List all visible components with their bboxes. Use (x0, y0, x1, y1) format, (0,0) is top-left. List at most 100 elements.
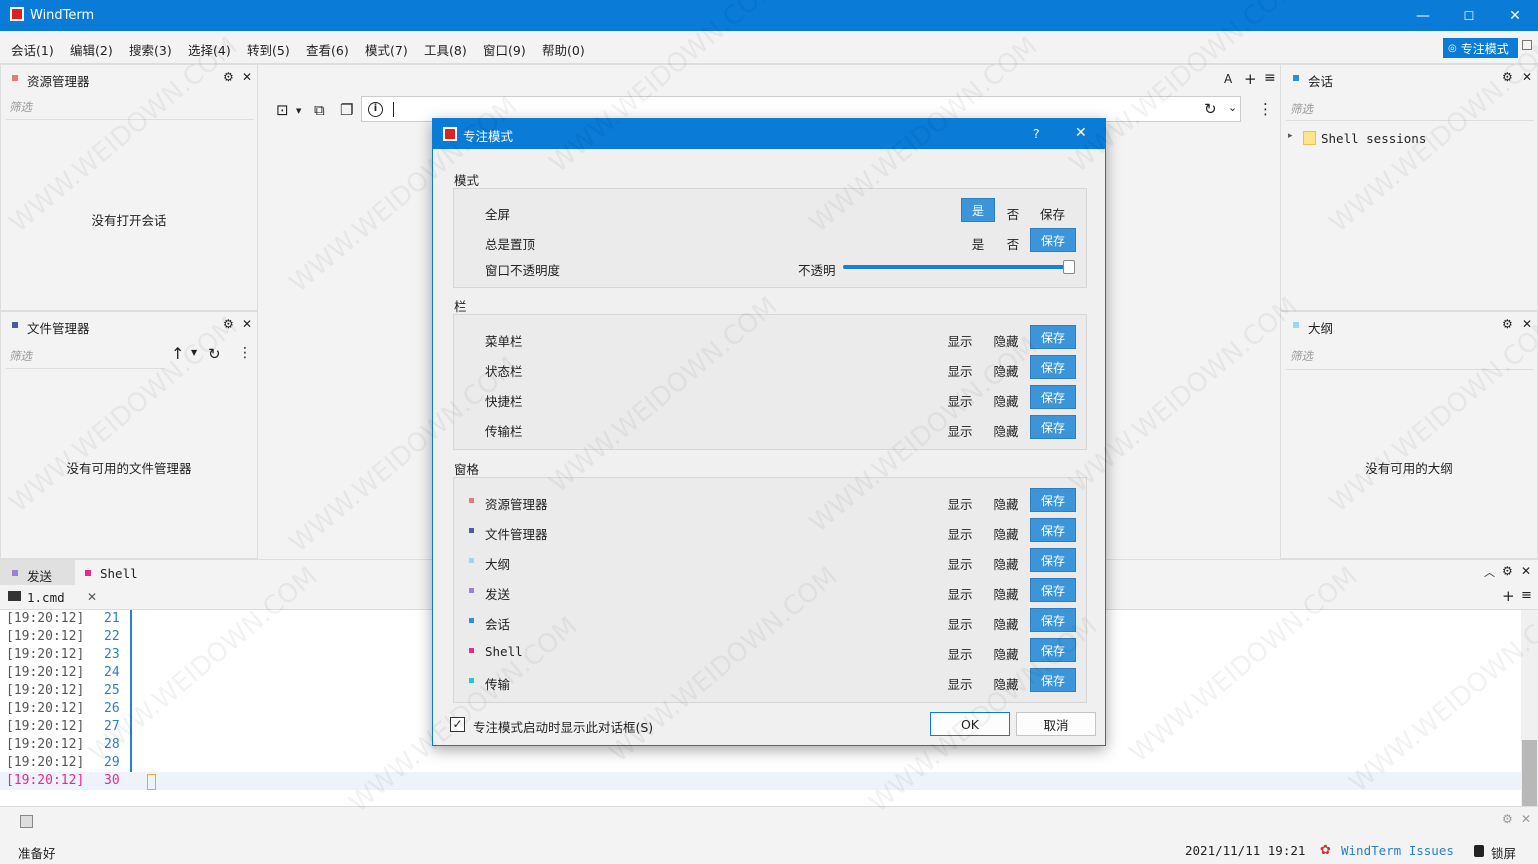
menu-session[interactable]: 会话(1) (11, 40, 54, 59)
gear-icon[interactable]: ⚙ (223, 70, 234, 84)
outline-filter[interactable]: 筛选 (1290, 348, 1313, 364)
hide-option[interactable]: 隐藏 (991, 554, 1021, 573)
new-session-icon[interactable]: ⊡ (276, 101, 289, 119)
issues-link[interactable]: WindTerm Issues (1341, 843, 1454, 858)
gear-icon[interactable]: ⚙ (1502, 564, 1513, 578)
gear-icon[interactable]: ⚙ (1502, 70, 1513, 84)
always-top-save-button[interactable]: 保存 (1030, 228, 1076, 252)
menu-view[interactable]: 查看(6) (306, 40, 349, 59)
save-option[interactable]: 保存 (1030, 488, 1076, 512)
show-option[interactable]: 显示 (945, 554, 975, 573)
session-item-shell[interactable]: Shell sessions (1321, 131, 1426, 146)
close-icon[interactable]: ✕ (1522, 317, 1532, 331)
more-icon[interactable]: ⋮ (238, 345, 252, 361)
tab-send[interactable]: 发送 (0, 560, 75, 586)
maximize-button[interactable]: ☐ (1446, 0, 1492, 31)
duplicate-icon[interactable]: ❐ (340, 101, 353, 119)
opacity-slider-thumb[interactable] (1063, 260, 1075, 274)
menu-edit[interactable]: 编辑(2) (70, 40, 113, 59)
close-icon[interactable]: ✕ (87, 590, 97, 604)
menu-goto[interactable]: 转到(5) (247, 40, 290, 59)
show-option[interactable]: 显示 (945, 361, 975, 380)
always-top-no-button[interactable]: 否 (998, 234, 1028, 253)
sessions-filter[interactable]: 筛选 (1290, 101, 1313, 117)
show-dialog-checkbox[interactable]: ✓ (450, 717, 465, 732)
save-option[interactable]: 保存 (1030, 548, 1076, 572)
hide-option[interactable]: 隐藏 (991, 391, 1021, 410)
fullscreen-save-button[interactable]: 保存 (1040, 204, 1065, 223)
chevron-down-icon[interactable]: ▼ (296, 107, 301, 115)
hide-option[interactable]: 隐藏 (991, 584, 1021, 603)
hide-option[interactable]: 隐藏 (991, 644, 1021, 663)
hide-option[interactable]: 隐藏 (991, 674, 1021, 693)
font-size-button[interactable]: A (1224, 72, 1232, 86)
gear-icon[interactable]: ⚙ (223, 317, 234, 331)
show-option[interactable]: 显示 (945, 644, 975, 663)
save-option[interactable]: 保存 (1030, 578, 1076, 602)
show-option[interactable]: 显示 (945, 391, 975, 410)
close-icon[interactable]: ✕ (242, 70, 252, 84)
explorer-filter[interactable]: 筛选 (9, 99, 32, 115)
layout-icon[interactable] (1522, 40, 1532, 50)
show-option[interactable]: 显示 (945, 674, 975, 693)
transfer-icon[interactable] (20, 815, 33, 828)
show-option[interactable]: 显示 (945, 494, 975, 513)
gear-icon[interactable]: ⚙ (1502, 812, 1513, 826)
menu-help[interactable]: 帮助(0) (542, 40, 585, 59)
close-icon[interactable]: ✕ (1522, 70, 1532, 84)
show-option[interactable]: 显示 (945, 584, 975, 603)
save-option[interactable]: 保存 (1030, 518, 1076, 542)
chevron-down-icon[interactable]: ▼ (191, 348, 197, 357)
save-option[interactable]: 保存 (1030, 608, 1076, 632)
terminal-scrollbar[interactable] (1521, 610, 1538, 806)
save-option[interactable]: 保存 (1030, 325, 1076, 349)
show-option[interactable]: 显示 (945, 421, 975, 440)
add-tab-button[interactable]: + (1244, 70, 1257, 88)
more-icon[interactable]: ⋮ (1258, 100, 1273, 118)
refresh-icon[interactable]: ↻ (208, 345, 221, 363)
lock-screen-button[interactable]: 锁屏 (1491, 843, 1516, 862)
add-tab-button[interactable]: + (1502, 587, 1515, 605)
save-option[interactable]: 保存 (1030, 638, 1076, 662)
menu-search[interactable]: 搜索(3) (129, 40, 172, 59)
help-button[interactable]: ? (1033, 126, 1040, 141)
gear-icon[interactable]: ⚙ (1502, 317, 1513, 331)
tab-shell[interactable]: Shell (76, 560, 156, 586)
hide-option[interactable]: 隐藏 (991, 614, 1021, 633)
menu-tools[interactable]: 工具(8) (424, 40, 467, 59)
filemanager-filter[interactable]: 筛选 (9, 348, 32, 364)
tab-menu-button[interactable]: ≡ (1264, 70, 1276, 86)
cancel-button[interactable]: 取消 (1016, 712, 1096, 736)
save-option[interactable]: 保存 (1030, 385, 1076, 409)
opacity-slider[interactable] (843, 260, 1075, 274)
always-top-yes-button[interactable]: 是 (963, 234, 993, 253)
hide-option[interactable]: 隐藏 (991, 331, 1021, 350)
save-option[interactable]: 保存 (1030, 668, 1076, 692)
menu-select[interactable]: 选择(4) (188, 40, 231, 59)
hide-option[interactable]: 隐藏 (991, 494, 1021, 513)
expand-arrow-icon[interactable]: ▸ (1288, 131, 1293, 141)
close-icon[interactable]: ✕ (242, 317, 252, 331)
chevron-up-icon[interactable]: ︿ (1484, 564, 1495, 580)
dialog-close-button[interactable]: ✕ (1075, 125, 1087, 141)
fullscreen-yes-button[interactable]: 是 (961, 198, 995, 222)
close-button[interactable]: ✕ (1492, 0, 1538, 31)
hide-option[interactable]: 隐藏 (991, 361, 1021, 380)
fullscreen-no-button[interactable]: 否 (998, 204, 1028, 223)
tab-1-cmd[interactable]: 1.cmd ✕ (0, 585, 102, 610)
chevron-down-icon[interactable]: ⌄ (1228, 101, 1237, 114)
show-option[interactable]: 显示 (945, 524, 975, 543)
refresh-icon[interactable]: ↻ (1204, 100, 1217, 118)
up-arrow-icon[interactable]: ↑ (171, 344, 184, 363)
open-icon[interactable]: ⧉ (314, 101, 325, 119)
save-option[interactable]: 保存 (1030, 415, 1076, 439)
scrollbar-thumb[interactable] (1522, 740, 1537, 806)
close-icon[interactable]: ✕ (1521, 564, 1531, 578)
show-option[interactable]: 显示 (945, 331, 975, 350)
minimize-button[interactable]: — (1400, 0, 1446, 31)
tab-menu-button[interactable]: ≡ (1521, 588, 1532, 603)
menu-mode[interactable]: 模式(7) (365, 40, 408, 59)
ok-button[interactable]: OK (930, 712, 1010, 736)
save-option[interactable]: 保存 (1030, 355, 1076, 379)
hide-option[interactable]: 隐藏 (991, 421, 1021, 440)
